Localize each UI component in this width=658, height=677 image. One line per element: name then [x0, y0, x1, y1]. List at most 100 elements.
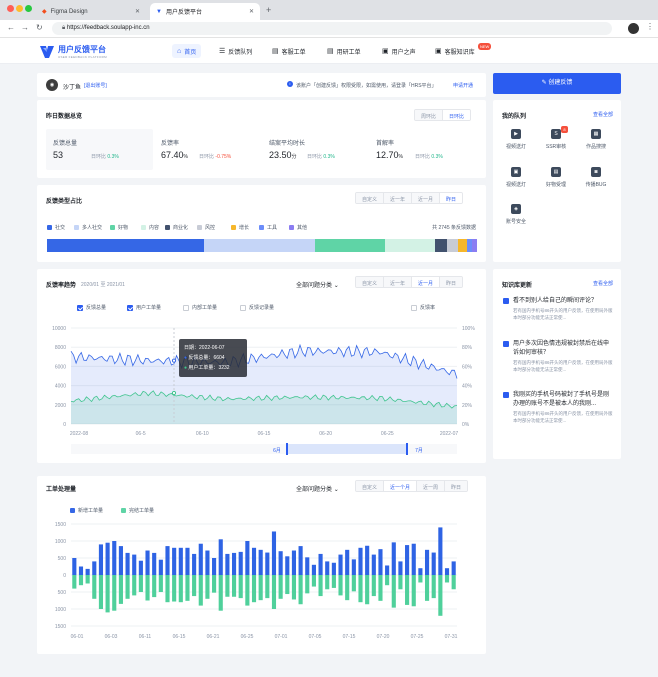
share-segment[interactable]: [384, 239, 436, 252]
view-all-link[interactable]: 查看全部: [593, 280, 613, 287]
queue-item[interactable]: S SSR审核: [538, 129, 574, 150]
bar-done: [92, 575, 97, 599]
bar-done: [285, 575, 290, 595]
bar-new: [291, 550, 297, 575]
bar-done: [112, 575, 117, 611]
range-month[interactable]: 近一个月: [384, 481, 418, 491]
chevron-down-icon: ⌄: [333, 487, 339, 493]
toggle-week[interactable]: 周环比: [415, 110, 444, 120]
queue-item[interactable]: ▶ 视频送灯: [498, 129, 534, 150]
close-window-icon[interactable]: [7, 5, 14, 12]
queue-item[interactable]: ◙ 传播BUG: [578, 167, 614, 188]
y-tick-label: 1000: [55, 539, 66, 545]
share-segment[interactable]: [447, 239, 458, 252]
reload-icon[interactable]: ↻: [36, 23, 43, 32]
trend-chart[interactable]: 10000 100% 8000 80% 6000 60% 4000 40% 2000 20% 0 0%…: [37, 319, 486, 463]
x-tick-label: 07-25: [411, 634, 424, 640]
share-segment[interactable]: [471, 239, 477, 252]
bar-done: [138, 575, 143, 592]
new-tab-icon[interactable]: +: [266, 5, 271, 15]
minimize-window-icon[interactable]: [16, 5, 23, 12]
range-week[interactable]: 近一周: [417, 481, 446, 491]
share-segment[interactable]: [204, 239, 316, 252]
bar-done: [105, 575, 110, 613]
legend-swatch: [74, 225, 79, 230]
bar-done: [378, 575, 383, 601]
kb-item[interactable]: 看不到别人给自己的瞬间评论？ 若有国内手机号86开头的用户反馈，在使用局外版本时部…: [503, 297, 613, 321]
back-icon[interactable]: ←: [7, 23, 15, 32]
view-all-link[interactable]: 查看全部: [593, 111, 613, 118]
logo-icon: ▼: [156, 8, 162, 15]
queue-item[interactable]: ▦ 作品搜搜: [578, 129, 614, 150]
range-custom[interactable]: 自定义: [356, 193, 385, 203]
profile-avatar[interactable]: [628, 23, 639, 34]
bar-new: [78, 566, 84, 575]
url-field[interactable]: 🔒︎ https://feedback.soulapp-inc.cn: [52, 22, 612, 35]
browser-tab-figma[interactable]: ◆ Figma Design ✕: [36, 3, 146, 20]
check-internal-ticket[interactable]: 内部工单量: [183, 304, 217, 311]
app-logo[interactable]: 用户反馈平台 USER FEEDBACK PLATFORM: [40, 44, 107, 59]
browser-menu-icon[interactable]: ⋮: [646, 22, 654, 31]
create-feedback-button[interactable]: ✎ 创建反馈: [493, 73, 621, 94]
range-yesterday[interactable]: 昨日: [445, 481, 468, 491]
range-year[interactable]: 近一年: [384, 193, 413, 203]
logout-link[interactable]: [退出账号]: [84, 82, 107, 89]
close-tab-icon[interactable]: ✕: [249, 8, 254, 15]
y-tick-label: 500: [58, 590, 67, 596]
range-month[interactable]: 近一月: [412, 193, 441, 203]
kb-desc: 若有国内手机号86开头的用户反馈，在使用局外版本时部分功能无法正常使...: [513, 360, 613, 372]
metric-unit: 分: [291, 154, 297, 160]
queue-item[interactable]: ▣ 视频送灯: [498, 167, 534, 188]
check-feedback-record[interactable]: 反馈记录量: [240, 304, 274, 311]
range-year[interactable]: 近一年: [384, 277, 413, 287]
tooltip-label: 用户工单量：: [188, 365, 219, 371]
legend-item: 社交: [47, 224, 65, 231]
nav-home[interactable]: ⌂ 首页: [172, 44, 202, 58]
checkbox-icon: [411, 304, 417, 311]
nav-user-voice[interactable]: ▣ 用户之声: [377, 44, 421, 58]
bar-new: [245, 541, 250, 575]
ticket-chart[interactable]: 1500 1000 500 0 500 1000 1500 06-01 06-03 06-11 06…: [37, 516, 486, 651]
nav-knowledge-base[interactable]: ▣ 客服知识库: [430, 44, 480, 58]
browser-tab-feedback[interactable]: ▼ 用户反馈平台 ✕: [150, 3, 260, 20]
check-feedback-total[interactable]: 反馈总量: [77, 304, 106, 311]
close-tab-icon[interactable]: ✕: [135, 8, 140, 15]
check-feedback-rate[interactable]: 反馈率: [411, 304, 435, 311]
kb-item[interactable]: 用户多次因色情违规被封禁后在线申诉如何审核？ 若有国内手机号86开头的用户反馈，在…: [503, 340, 613, 373]
queue-label: 作品搜搜: [585, 144, 606, 150]
tooltip-value: 6604: [213, 355, 225, 361]
range-yesterday[interactable]: 昨日: [440, 193, 463, 203]
bar-new: [218, 539, 223, 575]
tab-title: 用户反馈平台: [165, 10, 202, 16]
x-tick-label: 06-25: [241, 634, 254, 640]
app-header: 用户反馈平台 USER FEEDBACK PLATFORM ⌂ 首页 ☰ 反馈队列 ▤…: [0, 38, 658, 64]
apply-link[interactable]: 申请开通: [453, 82, 473, 89]
nav-research-ticket[interactable]: ▤ 用研工单: [322, 44, 366, 58]
check-user-ticket[interactable]: 用户工单量: [127, 304, 161, 311]
range-custom[interactable]: 自定义: [356, 277, 385, 287]
toggle-day[interactable]: 日环比: [443, 110, 471, 120]
queue-item[interactable]: ◈ 账号安全: [498, 204, 534, 225]
forward-icon[interactable]: →: [21, 23, 29, 32]
nav-service-ticket[interactable]: ▤ 客服工单: [267, 44, 311, 58]
maximize-window-icon[interactable]: [25, 5, 32, 12]
range-yesterday[interactable]: 昨日: [440, 277, 463, 287]
share-segment[interactable]: [435, 239, 448, 252]
share-segment[interactable]: [47, 239, 205, 252]
button-label: 创建反馈: [548, 80, 573, 86]
range-month[interactable]: 近一月: [412, 277, 441, 287]
kb-item[interactable]: 我刚买的手机号码被封了手机号是刚办理的账号不是被本人的我刚... 若有国内手机号8…: [503, 391, 613, 424]
category-select[interactable]: 全部问题分类 ⌄: [296, 484, 339, 493]
brush-selection: [287, 444, 407, 454]
category-select[interactable]: 全部问题分类 ⌄: [296, 280, 339, 289]
metric-label: 结案平均时长: [269, 141, 306, 147]
nav-feedback-queue[interactable]: ☰ 反馈队列: [214, 44, 257, 58]
share-segment[interactable]: [315, 239, 385, 252]
bar-new: [258, 549, 263, 575]
share-segment[interactable]: [457, 239, 467, 252]
figma-icon: ◆: [42, 9, 47, 15]
bar-new: [438, 527, 443, 575]
bar-new: [125, 552, 130, 575]
range-custom[interactable]: 自定义: [356, 481, 385, 491]
queue-item[interactable]: ▤ 好物受理: [538, 167, 574, 188]
